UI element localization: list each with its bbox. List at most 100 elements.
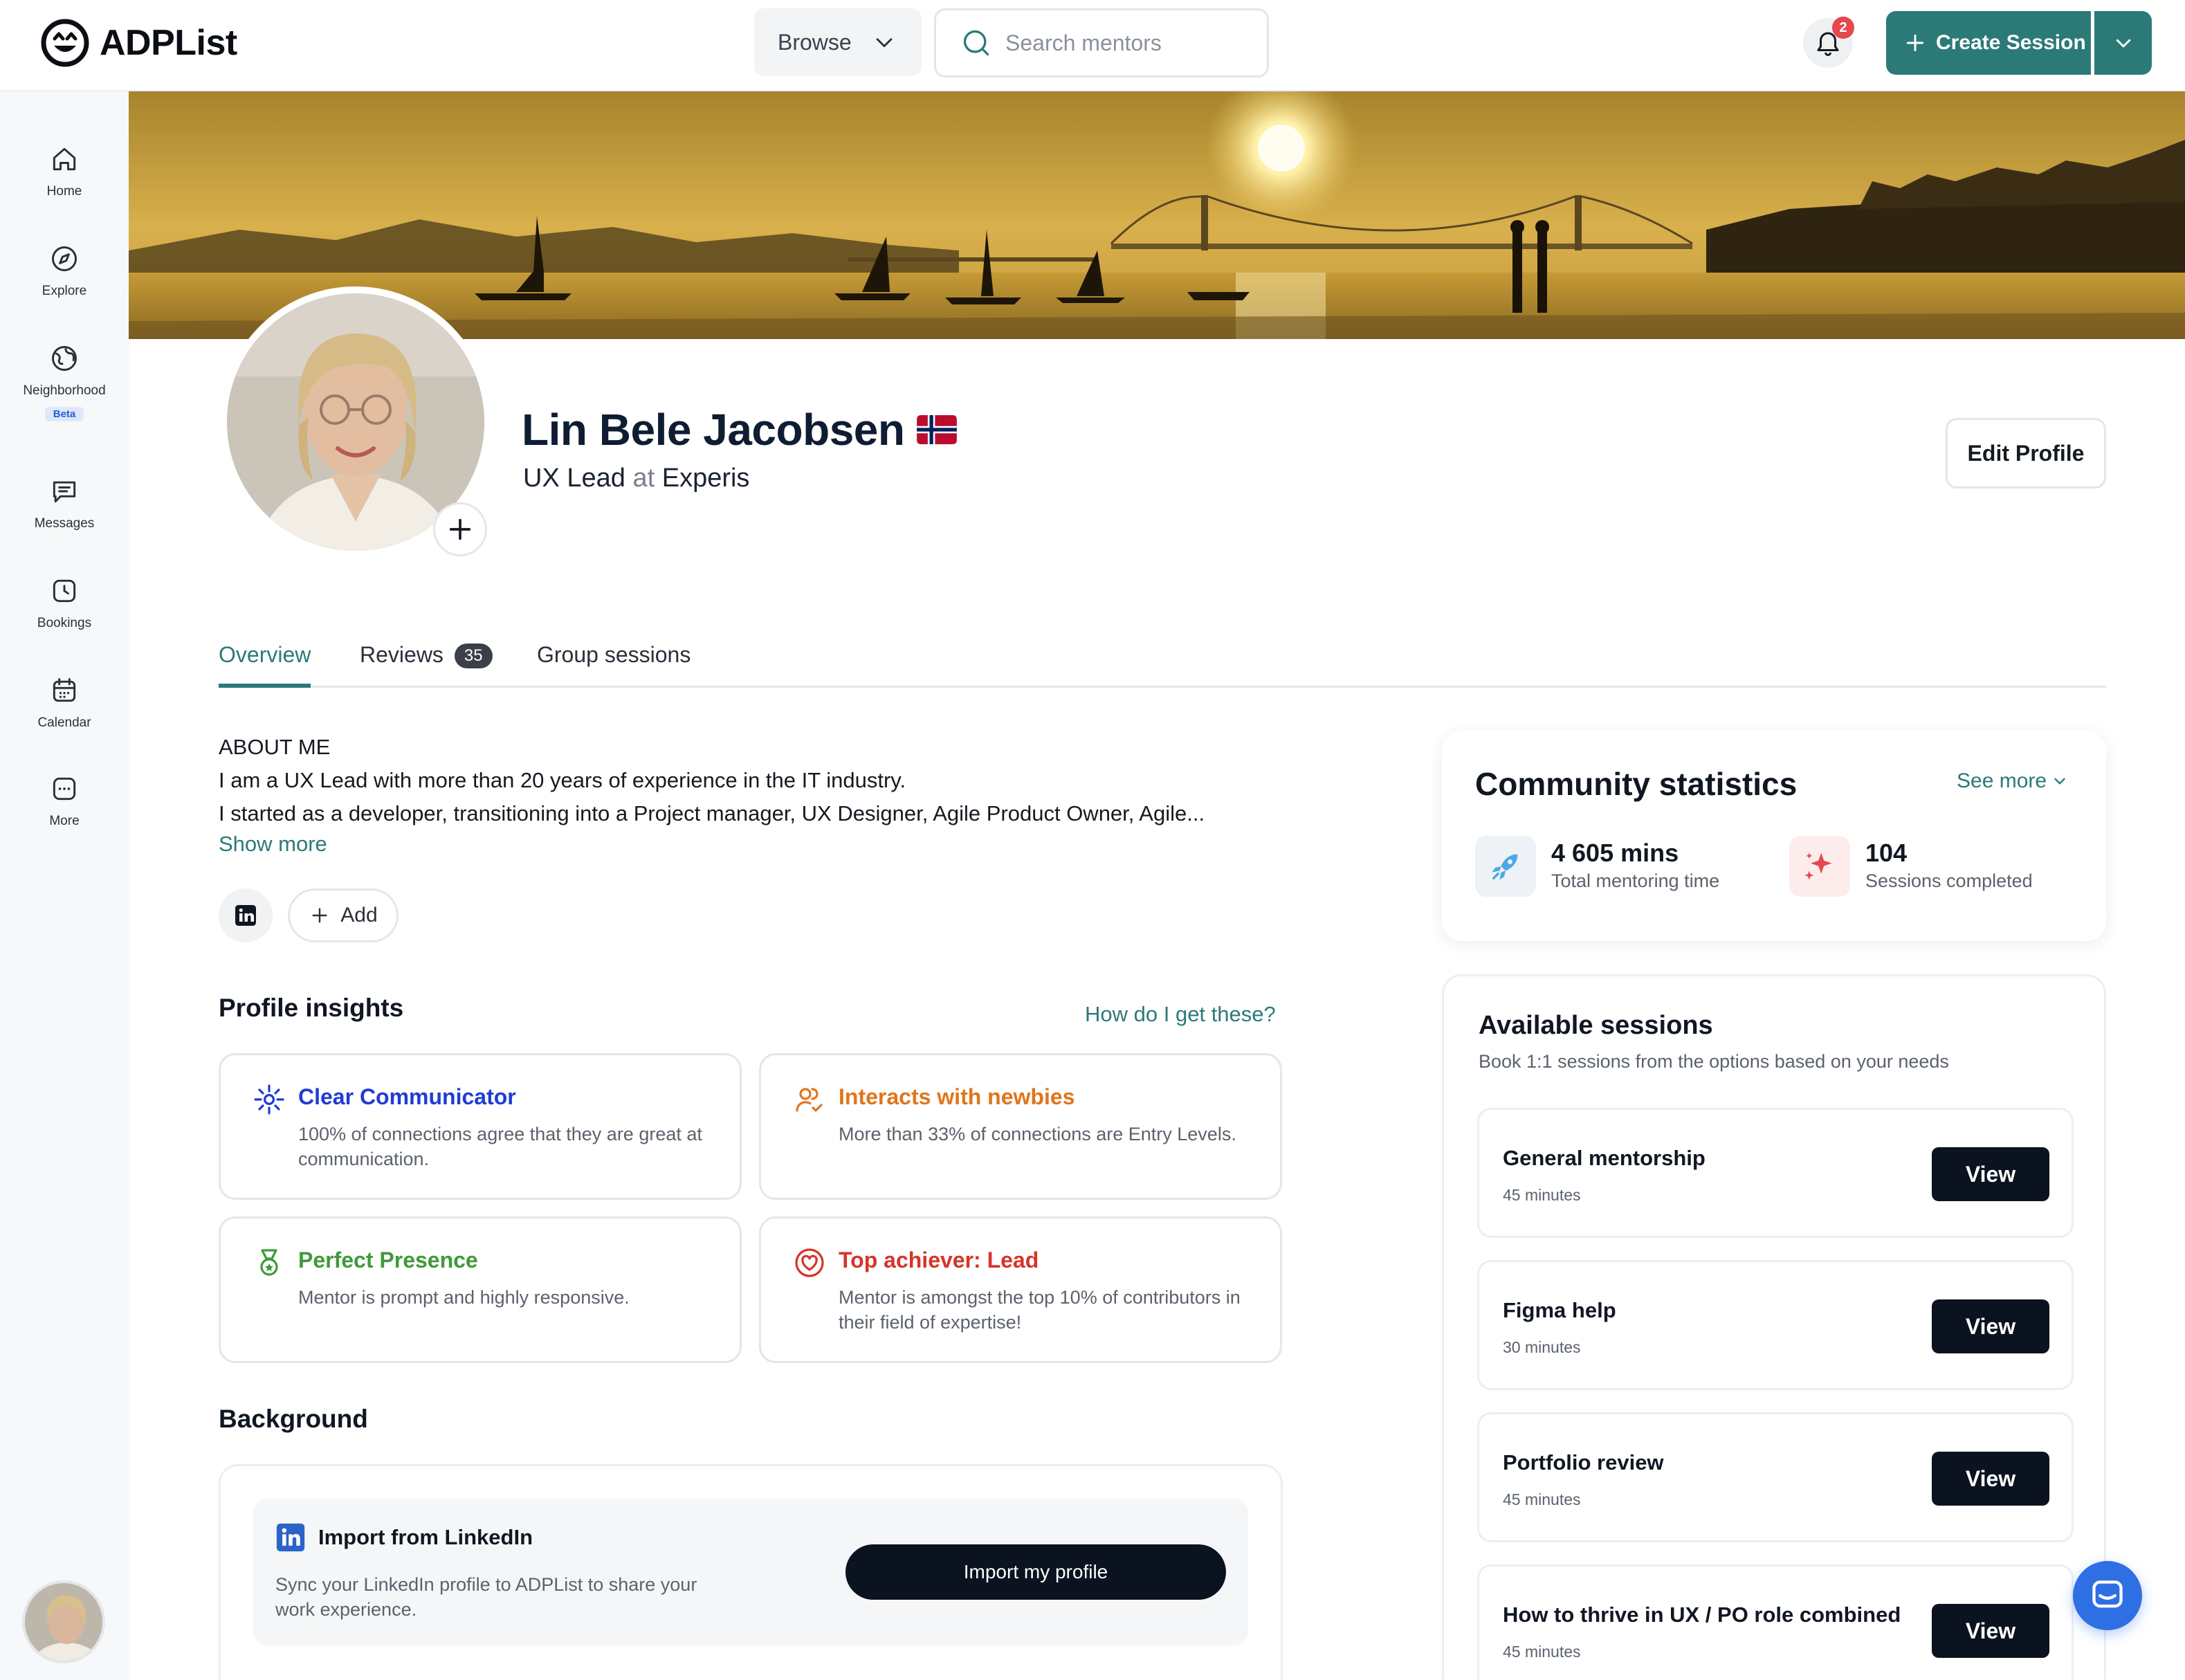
plus-icon xyxy=(449,518,471,540)
add-label: Add xyxy=(340,904,378,926)
import-linkedin-heading: Import from LinkedIn xyxy=(275,1522,533,1553)
stat-label: Total mentoring time xyxy=(1551,870,1720,891)
search-mentors[interactable] xyxy=(934,8,1269,77)
role-at: at xyxy=(632,464,655,493)
sidebar-item-label: Neighborhood xyxy=(23,383,106,398)
top-bar: ADPList Browse 2 Create Session xyxy=(0,0,2185,91)
about-me-section: ABOUT ME I am a UX Lead with more than 2… xyxy=(219,731,1284,830)
insight-description: Mentor is prompt and highly responsive. xyxy=(298,1287,630,1308)
cover-photo xyxy=(129,91,2185,339)
import-my-profile-button[interactable]: Import my profile xyxy=(845,1544,1226,1600)
session-item[interactable]: How to thrive in UX / PO role combined 4… xyxy=(1477,1564,2074,1680)
sidebar-item-more[interactable]: More xyxy=(0,774,129,829)
browse-label: Browse xyxy=(778,29,852,55)
sidebar: Home Explore Neighborhood Beta Messages … xyxy=(0,91,129,1680)
create-session-menu-button[interactable] xyxy=(2092,11,2152,75)
heart-badge-icon xyxy=(795,1248,824,1277)
session-name: How to thrive in UX / PO role combined xyxy=(1503,1603,1901,1627)
chevron-down-icon xyxy=(2054,778,2065,785)
session-item[interactable]: Portfolio review 45 minutes View xyxy=(1477,1412,2074,1542)
insight-title: Clear Communicator xyxy=(298,1084,516,1109)
profile-tabs: Overview Reviews 35 Group sessions xyxy=(219,638,2106,688)
sidebar-item-label: Bookings xyxy=(37,616,92,630)
plus-icon xyxy=(312,908,327,923)
session-duration: 45 minutes xyxy=(1503,1643,1581,1661)
insight-card-top-achiever: Top achiever: Lead Mentor is amongst the… xyxy=(759,1216,1282,1363)
session-item[interactable]: Figma help 30 minutes View xyxy=(1477,1260,2074,1390)
import-linkedin-title: Import from LinkedIn xyxy=(318,1525,533,1549)
search-icon xyxy=(963,30,989,56)
sidebar-item-neighborhood[interactable]: Neighborhood Beta xyxy=(0,343,129,421)
profile-role: UX Lead at Experis xyxy=(523,464,749,493)
sidebar-item-label: Explore xyxy=(42,284,87,298)
home-icon xyxy=(53,147,76,171)
session-name: General mentorship xyxy=(1503,1146,1706,1170)
stat-icon-box xyxy=(1475,836,1536,897)
tab-label: Reviews xyxy=(360,642,444,667)
chevron-down-icon xyxy=(876,38,893,48)
role-company: Experis xyxy=(661,464,750,493)
see-more-link[interactable]: See more xyxy=(1957,769,2069,793)
import-linkedin-description: Sync your LinkedIn profile to ADPList to… xyxy=(275,1574,697,1620)
session-name: Figma help xyxy=(1503,1298,1616,1322)
rocket-icon xyxy=(1492,854,1518,880)
view-session-button[interactable]: View xyxy=(1932,1604,2049,1658)
user-avatar[interactable] xyxy=(22,1580,105,1663)
create-session-button[interactable]: Create Session xyxy=(1886,11,2091,75)
about-line-2: I started as a developer, transitioning … xyxy=(219,801,1205,825)
search-input[interactable] xyxy=(1005,30,1254,56)
stat-text: 4 605 mins Total mentoring time xyxy=(1551,836,1719,897)
session-item[interactable]: General mentorship 45 minutes View xyxy=(1477,1108,2074,1238)
globe-icon xyxy=(52,346,77,371)
medal-icon xyxy=(260,1249,278,1276)
sidebar-item-messages[interactable]: Messages xyxy=(0,476,129,531)
sidebar-item-label: Calendar xyxy=(37,715,91,730)
chat-icon xyxy=(53,481,76,503)
change-avatar-button[interactable] xyxy=(433,502,487,556)
browse-dropdown[interactable]: Browse xyxy=(754,8,922,76)
insight-description: 100% of connections agree that they are … xyxy=(298,1124,702,1169)
stat-icon-box xyxy=(1789,836,1850,897)
sidebar-item-label: Home xyxy=(46,184,82,199)
tab-group-sessions[interactable]: Group sessions xyxy=(537,638,691,688)
insight-card-interacts-with-newbies: Interacts with newbies More than 33% of … xyxy=(759,1053,1282,1200)
linkedin-link-button[interactable] xyxy=(219,888,273,942)
chat-bubble-icon xyxy=(2092,1580,2123,1608)
view-session-button[interactable]: View xyxy=(1932,1299,2049,1353)
view-session-button[interactable]: View xyxy=(1932,1147,2049,1201)
sidebar-item-explore[interactable]: Explore xyxy=(0,244,129,299)
profile-name: Lin Bele Jacobsen xyxy=(522,405,905,455)
tab-overview[interactable]: Overview xyxy=(219,638,311,688)
how-do-i-get-these-link[interactable]: How do I get these? xyxy=(1085,1002,1276,1027)
logo-face-icon xyxy=(41,19,89,67)
insight-card-clear-communicator: Clear Communicator 100% of connections a… xyxy=(219,1053,742,1200)
community-statistics-card: Community statistics See more 4 605 mins… xyxy=(1442,731,2106,941)
insight-title: Perfect Presence xyxy=(298,1248,478,1272)
sidebar-item-home[interactable]: Home xyxy=(0,144,129,199)
view-session-button[interactable]: View xyxy=(1932,1452,2049,1506)
add-link-button[interactable]: Add xyxy=(288,888,399,942)
clock-icon xyxy=(53,579,76,603)
adplist-logo[interactable]: ADPList xyxy=(40,18,237,68)
stat-total-mentoring-time: 4 605 mins Total mentoring time xyxy=(1475,836,1719,897)
linkedin-icon xyxy=(276,1523,305,1552)
sidebar-item-bookings[interactable]: Bookings xyxy=(0,576,129,631)
about-line-1: I am a UX Lead with more than 20 years o… xyxy=(219,768,906,792)
support-chat-button[interactable] xyxy=(2073,1561,2142,1630)
insight-description: Mentor is amongst the top 10% of contrib… xyxy=(839,1287,1241,1333)
edit-profile-button[interactable]: Edit Profile xyxy=(1946,418,2106,489)
stat-label: Sessions completed xyxy=(1865,870,2033,891)
insight-title: Top achiever: Lead xyxy=(839,1248,1039,1272)
show-more-link[interactable]: Show more xyxy=(219,832,327,857)
tab-reviews[interactable]: Reviews 35 xyxy=(360,638,493,688)
sparkles-icon xyxy=(1804,852,1832,880)
sidebar-item-calendar[interactable]: Calendar xyxy=(0,675,129,731)
create-session-label: Create Session xyxy=(1936,31,2086,54)
calendar-icon xyxy=(53,678,76,702)
available-sessions-title: Available sessions xyxy=(1479,1011,1713,1040)
about-heading: ABOUT ME xyxy=(219,735,331,759)
sidebar-item-label: More xyxy=(49,814,80,828)
tab-label: Group sessions xyxy=(537,642,691,667)
reviews-count-badge: 35 xyxy=(454,643,493,668)
insight-title: Interacts with newbies xyxy=(839,1084,1075,1109)
